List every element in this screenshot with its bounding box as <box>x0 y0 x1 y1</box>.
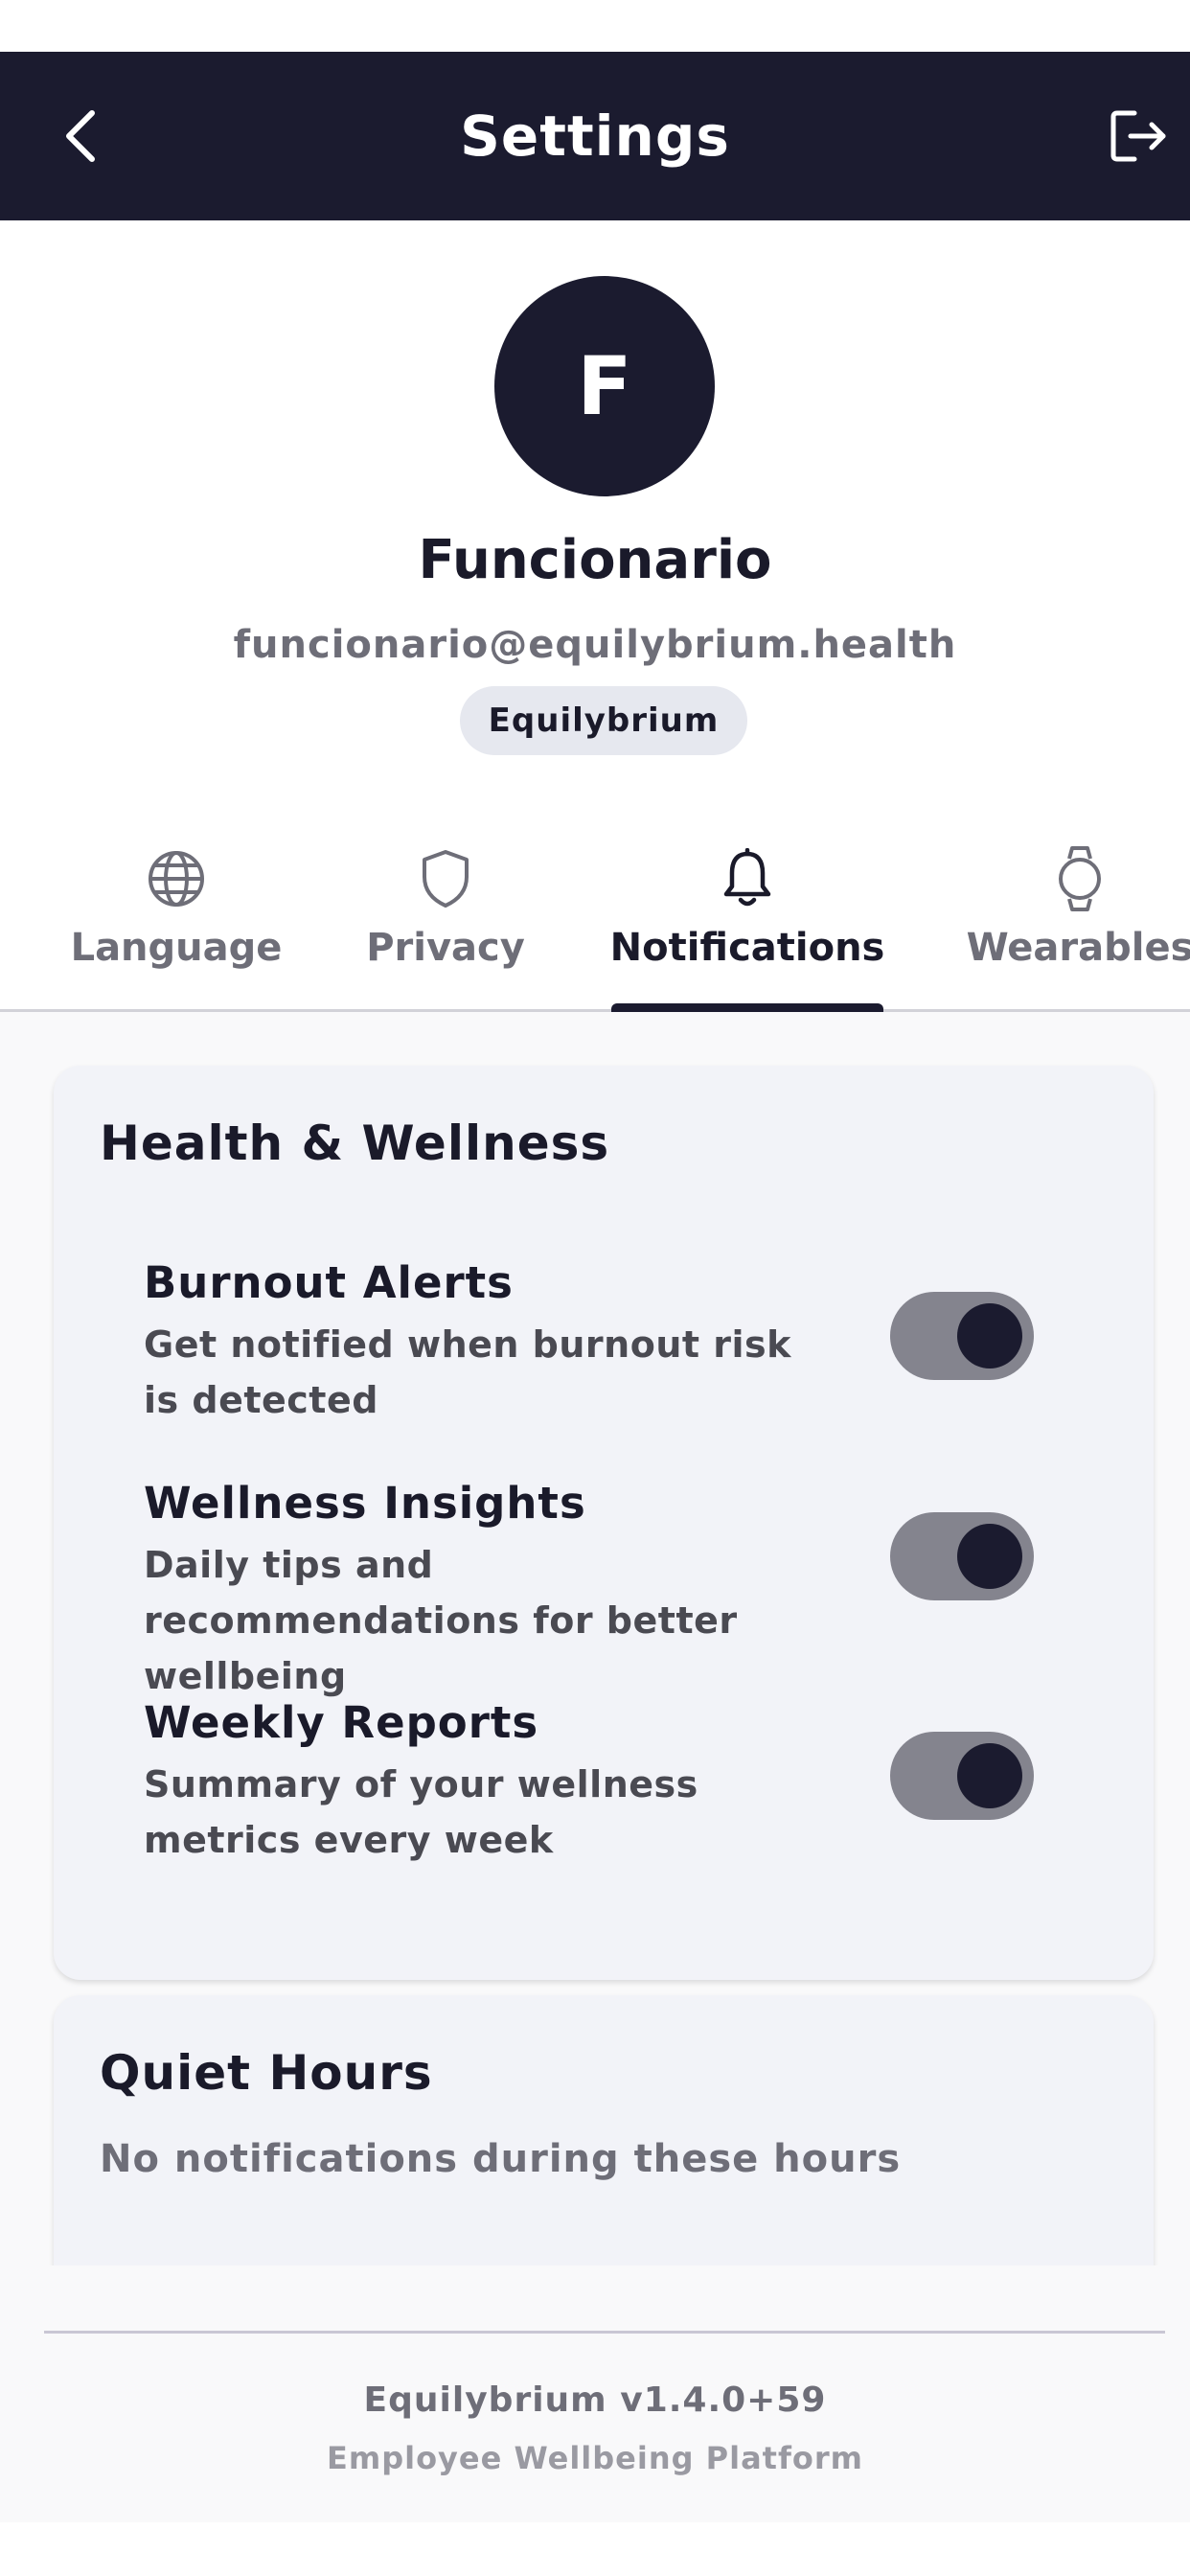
organization-badge: Equilybrium <box>460 686 747 755</box>
avatar: F <box>494 276 715 496</box>
setting-description: Get notified when burnout risk is detect… <box>144 1323 791 1421</box>
tab-language[interactable]: Language <box>65 824 287 1012</box>
setting-weekly-reports: Weekly Reports Summary of your wellness … <box>90 1697 1048 1898</box>
settings-tabs: Language Privacy Notifications Wearables <box>0 824 1190 1012</box>
setting-burnout-alerts: Burnout Alerts Get notified when burnout… <box>90 1257 1048 1459</box>
logout-icon <box>1110 110 1166 162</box>
setting-title: Weekly Reports <box>144 1697 539 1748</box>
burnout-alerts-toggle[interactable] <box>890 1292 1034 1380</box>
tab-notifications-label: Notifications <box>609 926 885 970</box>
app-subtitle: Employee Wellbeing Platform <box>326 2440 863 2476</box>
settings-screen: Settings F Funcionario funcionario@equil… <box>0 0 1190 2576</box>
health-wellness-title: Health & Wellness <box>100 1116 610 1171</box>
toggle-knob <box>957 1743 1022 1808</box>
logout-button[interactable] <box>1098 94 1182 178</box>
footer-divider <box>44 2331 1165 2334</box>
tab-notifications[interactable]: Notifications <box>604 824 891 1012</box>
setting-description: Summary of your wellness metrics every w… <box>144 1763 698 1861</box>
setting-title: Wellness Insights <box>144 1478 586 1529</box>
page-title: Settings <box>460 104 730 169</box>
quiet-hours-description: No notifications during these hours <box>100 2137 902 2181</box>
quiet-hours-title: Quiet Hours <box>100 2045 433 2101</box>
tab-wearables-label: Wearables <box>966 926 1190 970</box>
weekly-reports-toggle[interactable] <box>890 1732 1034 1820</box>
tab-privacy-label: Privacy <box>366 926 525 970</box>
setting-description: Daily tips and recommendations for bette… <box>144 1544 738 1697</box>
shield-icon <box>423 850 469 908</box>
app-header: Settings <box>0 52 1190 220</box>
tab-wearables[interactable]: Wearables <box>966 824 1190 1012</box>
bell-icon <box>723 848 771 907</box>
toggle-knob <box>957 1524 1022 1589</box>
tab-privacy[interactable]: Privacy <box>355 824 537 1012</box>
watch-icon <box>1059 846 1101 911</box>
setting-title: Burnout Alerts <box>144 1257 514 1308</box>
avatar-initial: F <box>577 339 632 433</box>
wellness-insights-toggle[interactable] <box>890 1512 1034 1600</box>
globe-icon <box>149 851 204 907</box>
app-version: Equilybrium v1.4.0+59 <box>363 2380 827 2420</box>
user-email: funcionario@equilybrium.health <box>233 623 957 667</box>
toggle-knob <box>957 1303 1022 1368</box>
tab-language-label: Language <box>70 926 283 970</box>
app-footer: Equilybrium v1.4.0+59 Employee Wellbeing… <box>0 2266 1190 2522</box>
setting-wellness-insights: Wellness Insights Daily tips and recomme… <box>90 1478 1048 1697</box>
user-name: Funcionario <box>418 529 772 591</box>
health-wellness-card: Health & Wellness Burnout Alerts Get not… <box>54 1066 1154 1980</box>
